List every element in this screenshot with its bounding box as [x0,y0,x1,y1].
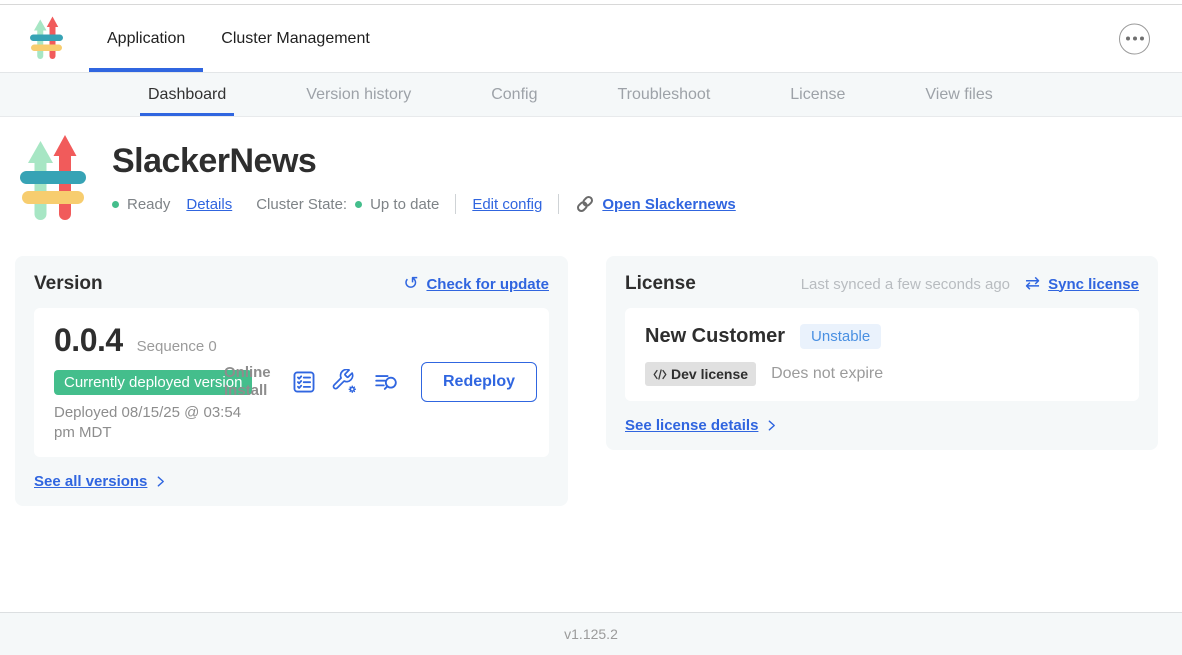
top-tab-application[interactable]: Application [89,5,203,72]
top-tab-application-label: Application [107,30,185,48]
divider [455,194,456,214]
dashboard-cards: Version ↺ Check for update 0.0.4 Sequenc… [15,256,1158,506]
last-synced-text: Last synced a few seconds ago [801,276,1010,293]
install-type-label: Online Install [224,364,274,400]
redeploy-button[interactable]: Redeploy [421,362,537,402]
customer-name: New Customer [645,325,785,348]
license-panel: New Customer Unstable Dev license [625,308,1139,401]
version-card: Version ↺ Check for update 0.0.4 Sequenc… [15,256,568,506]
tab-version-history[interactable]: Version history [298,73,419,116]
chain-link-icon [575,194,595,214]
chevron-right-icon [154,475,167,488]
open-app-link[interactable]: Open Slackernews [575,194,735,214]
page-title: SlackerNews [112,142,736,181]
sync-arrows-icon: ⇄ [1025,275,1040,293]
license-card-title: License [625,273,696,295]
current-version-panel: 0.0.4 Sequence 0 Currently deployed vers… [34,308,549,457]
deployed-timestamp: Deployed 08/15/25 @ 03:54 pm MDT [54,403,259,444]
code-icon [653,369,667,380]
app-logo-icon [30,16,63,62]
tab-dashboard[interactable]: Dashboard [140,73,234,116]
top-tab-cluster-management[interactable]: Cluster Management [203,5,388,72]
deployed-status-badge: Currently deployed version [54,370,252,395]
admin-console-page: Application Cluster Management Dashboard… [0,0,1182,655]
tab-license[interactable]: License [782,73,853,116]
tab-config[interactable]: Config [483,73,545,116]
app-status-row: Ready Details Cluster State: Up to date … [112,194,736,214]
app-hero: SlackerNews Ready Details Cluster State:… [0,117,1182,226]
check-for-update-link[interactable]: ↺ Check for update [403,275,549,293]
top-nav: Application Cluster Management [0,5,1182,72]
cluster-state-dot-icon [355,201,362,208]
edit-config-link[interactable]: Edit config [472,196,542,213]
details-link[interactable]: Details [186,196,232,213]
see-license-details-link[interactable]: See license details [625,417,1139,434]
app-logo-large-icon [20,134,86,226]
divider [558,194,559,214]
tab-troubleshoot[interactable]: Troubleshoot [609,73,718,116]
chevron-right-icon [765,419,778,432]
license-type-badge: Dev license [645,362,756,386]
config-wrench-icon[interactable] [332,369,358,395]
version-number: 0.0.4 [54,322,123,359]
license-expiry-text: Does not expire [771,365,883,383]
console-footer: v1.125.2 [0,612,1182,655]
sub-nav: Dashboard Version history Config Trouble… [0,72,1182,117]
console-version: v1.125.2 [564,626,618,642]
tab-view-files[interactable]: View files [917,73,1000,116]
channel-badge: Unstable [800,324,881,349]
version-card-title: Version [34,273,103,295]
ellipsis-circle-icon[interactable] [1119,23,1150,54]
refresh-icon: ↺ [403,275,418,293]
license-card: License Last synced a few seconds ago ⇄ … [606,256,1158,450]
cluster-state-value: Up to date [370,196,439,213]
deploy-logs-icon[interactable] [373,369,400,395]
app-status-text: Ready [127,196,170,213]
version-actions: Online Install [224,362,537,402]
top-tab-cluster-management-label: Cluster Management [221,30,370,48]
sequence-label: Sequence 0 [137,338,217,355]
preflight-checks-icon[interactable] [291,369,317,395]
sync-license-link[interactable]: ⇄ Sync license [1025,275,1139,293]
app-status-dot-icon [112,201,119,208]
cluster-state-label: Cluster State: [256,196,347,213]
see-all-versions-link[interactable]: See all versions [34,473,549,490]
